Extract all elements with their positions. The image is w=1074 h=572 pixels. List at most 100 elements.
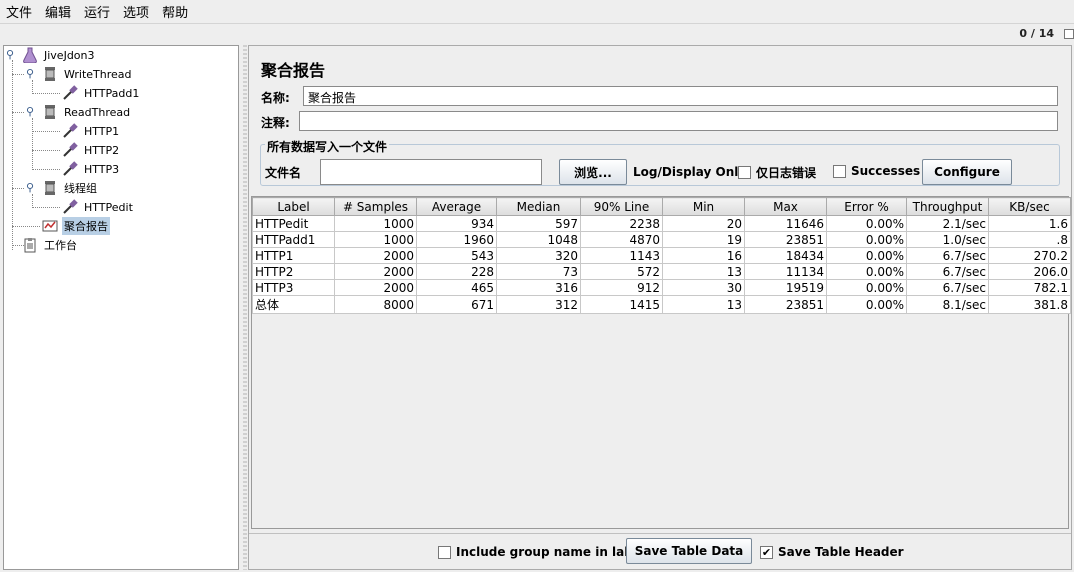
column-header[interactable]: Max bbox=[744, 197, 827, 216]
tree-node-workbench[interactable]: 工作台 bbox=[22, 236, 79, 254]
table-row[interactable]: 总体 8000 671 312 1415 13 23851 0.00% 8.1/sec 381.8 bbox=[252, 295, 1071, 314]
test-plan-tree[interactable]: ⚲ ⚲ ⚲ ⚲ JiveJdon3 WriteThread HTTPadd1 R… bbox=[3, 45, 239, 570]
pipette-icon bbox=[62, 199, 78, 215]
table-cell: 4870 bbox=[580, 231, 663, 248]
expand-handle-icon[interactable]: ⚲ bbox=[26, 105, 34, 118]
table-cell: 20 bbox=[662, 215, 745, 232]
clipboard-icon bbox=[22, 237, 38, 253]
table-cell: 381.8 bbox=[988, 295, 1071, 314]
thread-counter: 0 / 14 bbox=[1019, 27, 1054, 40]
table-cell: 1143 bbox=[580, 247, 663, 264]
include-group-checkbox[interactable]: Include group name in label? bbox=[438, 545, 652, 559]
errors-only-label: 仅日志错误 bbox=[756, 166, 817, 180]
table-cell: 1415 bbox=[580, 295, 663, 314]
table-cell: 8.1/sec bbox=[906, 295, 989, 314]
pipette-icon bbox=[62, 142, 78, 158]
table-cell: 2000 bbox=[334, 263, 417, 280]
tree-node-httpedit[interactable]: HTTPedit bbox=[62, 198, 135, 216]
table-cell: 2000 bbox=[334, 247, 417, 264]
comment-field[interactable] bbox=[299, 111, 1058, 131]
table-cell: 465 bbox=[416, 279, 497, 296]
tree-node-http2[interactable]: HTTP2 bbox=[62, 141, 121, 159]
tree-node-aggregate-report[interactable]: 聚合报告 bbox=[42, 217, 110, 235]
column-header[interactable]: Median bbox=[496, 197, 581, 216]
column-header[interactable]: Label bbox=[252, 197, 335, 216]
successes-checkbox[interactable]: Successes bbox=[833, 164, 920, 178]
table-row[interactable]: HTTP3 2000 465 316 912 30 19519 0.00% 6.7/sec 782… bbox=[252, 279, 1071, 296]
tree-node-http3[interactable]: HTTP3 bbox=[62, 160, 121, 178]
table-cell: 23851 bbox=[744, 231, 827, 248]
check-icon[interactable]: ✔ bbox=[760, 545, 773, 559]
spool-icon bbox=[42, 66, 58, 82]
menu-run[interactable]: 运行 bbox=[84, 2, 110, 21]
table-cell: 13 bbox=[662, 263, 745, 280]
column-header[interactable]: Average bbox=[416, 197, 497, 216]
table-cell: 597 bbox=[496, 215, 581, 232]
table-row[interactable]: HTTPadd1 1000 1960 1048 4870 19 23851 0.00% 1.0/… bbox=[252, 231, 1071, 248]
save-table-data-button[interactable]: Save Table Data bbox=[626, 538, 752, 564]
table-cell: 0.00% bbox=[826, 247, 907, 264]
table-row[interactable]: HTTP2 2000 228 73 572 13 11134 0.00% 6.7/sec 206.… bbox=[252, 263, 1071, 280]
expand-handle-icon[interactable]: ⚲ bbox=[26, 67, 34, 80]
flask-icon bbox=[22, 47, 38, 64]
tree-node-write-thread[interactable]: WriteThread bbox=[42, 65, 134, 83]
table-header-row: Label # Samples Average Median 90% Line Min Ma… bbox=[252, 197, 1071, 216]
save-table-header-checkbox[interactable]: ✔ Save Table Header bbox=[760, 545, 904, 559]
table-cell: .8 bbox=[988, 231, 1071, 248]
checkbox-box[interactable] bbox=[438, 545, 451, 559]
spool-icon bbox=[42, 180, 58, 196]
table-cell: 206.0 bbox=[988, 263, 1071, 280]
table-cell: 0.00% bbox=[826, 295, 907, 314]
column-header[interactable]: # Samples bbox=[334, 197, 417, 216]
filename-input[interactable] bbox=[320, 159, 542, 185]
browse-button[interactable]: 浏览... bbox=[559, 159, 627, 185]
file-section-title: 所有数据写入一个文件 bbox=[265, 138, 390, 155]
column-header[interactable]: Error % bbox=[826, 197, 907, 216]
spool-icon bbox=[42, 104, 58, 120]
table-row[interactable]: HTTP1 2000 543 320 1143 16 18434 0.00% 6.7/sec 27… bbox=[252, 247, 1071, 264]
menu-options[interactable]: 选项 bbox=[123, 2, 149, 21]
table-cell: 934 bbox=[416, 215, 497, 232]
errors-only-checkbox[interactable]: 仅日志错误 bbox=[738, 164, 816, 181]
checkbox-box[interactable] bbox=[833, 164, 846, 178]
menu-bar: 文件 编辑 运行 选项 帮助 bbox=[0, 0, 1074, 24]
expand-handle-icon[interactable]: ⚲ bbox=[26, 181, 34, 194]
table-cell: 0.00% bbox=[826, 263, 907, 280]
table-cell: 671 bbox=[416, 295, 497, 314]
table-cell: 13 bbox=[662, 295, 745, 314]
table-cell: 543 bbox=[416, 247, 497, 264]
expand-handle-icon[interactable]: ⚲ bbox=[6, 48, 14, 61]
pipette-icon bbox=[62, 85, 78, 101]
menu-help[interactable]: 帮助 bbox=[162, 2, 188, 21]
table-cell: 320 bbox=[496, 247, 581, 264]
results-table[interactable]: Label # Samples Average Median 90% Line Min Ma… bbox=[252, 197, 1071, 314]
table-cell: 1.0/sec bbox=[906, 231, 989, 248]
menu-edit[interactable]: 编辑 bbox=[45, 2, 71, 21]
column-header[interactable]: 90% Line bbox=[580, 197, 663, 216]
column-header[interactable]: Throughput bbox=[906, 197, 989, 216]
table-cell: 1960 bbox=[416, 231, 497, 248]
table-cell: 912 bbox=[580, 279, 663, 296]
configure-button[interactable]: Configure bbox=[922, 159, 1012, 185]
table-cell: 1048 bbox=[496, 231, 581, 248]
table-cell: 19519 bbox=[744, 279, 827, 296]
name-field[interactable]: 聚合报告 bbox=[303, 86, 1058, 106]
column-header[interactable]: Min bbox=[662, 197, 745, 216]
table-body: HTTPedit 1000 934 597 2238 20 11646 0.00% 2.1/se… bbox=[252, 215, 1071, 314]
table-cell: HTTPadd1 bbox=[252, 231, 335, 248]
checkbox-box[interactable] bbox=[738, 166, 751, 179]
tree-node-read-thread[interactable]: ReadThread bbox=[42, 103, 132, 121]
page-title: 聚合报告 bbox=[261, 61, 326, 80]
menu-file[interactable]: 文件 bbox=[6, 2, 32, 21]
table-cell: 30 bbox=[662, 279, 745, 296]
tree-node-test-plan[interactable]: JiveJdon3 bbox=[22, 46, 97, 64]
table-cell: HTTP3 bbox=[252, 279, 335, 296]
table-cell: 0.00% bbox=[826, 231, 907, 248]
tree-node-http1[interactable]: HTTP1 bbox=[62, 122, 121, 140]
split-pane-divider[interactable] bbox=[243, 45, 247, 570]
table-row[interactable]: HTTPedit 1000 934 597 2238 20 11646 0.00% 2.1/se… bbox=[252, 215, 1071, 232]
bottom-toolbar: Include group name in label? Save Table … bbox=[249, 533, 1071, 569]
column-header[interactable]: KB/sec bbox=[988, 197, 1071, 216]
tree-node-thread-group[interactable]: 线程组 bbox=[42, 179, 99, 197]
tree-node-httpadd1[interactable]: HTTPadd1 bbox=[62, 84, 141, 102]
